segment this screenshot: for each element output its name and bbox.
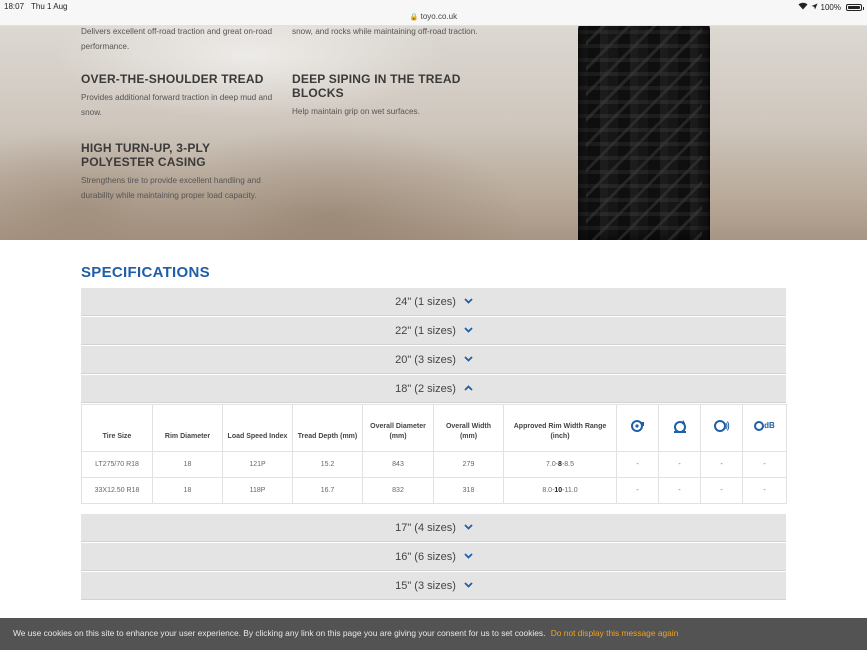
size-toggle-17[interactable]: 17" (4 sizes) — [81, 514, 786, 542]
col-overall-width: Overall Width (mm) — [433, 404, 504, 452]
feature-1-desc: Delivers excellent off-road traction and… — [81, 27, 272, 51]
rim-max: -11.0 — [562, 487, 578, 494]
chevron-down-icon — [464, 581, 473, 590]
size-label: 24" (1 sizes) — [395, 295, 456, 308]
battery-percent: 100% — [820, 2, 841, 12]
address-bar[interactable]: 🔒 toyo.co.uk — [0, 12, 867, 21]
status-indicators: 100% — [798, 2, 864, 12]
col-rim-diameter: Rim Diameter — [152, 404, 223, 452]
table-row: 33X12.50 R18 18 118P 16.7 832 318 8.0-10… — [81, 477, 787, 504]
cell-noise: - — [700, 451, 743, 478]
col-noise-db: dB — [742, 404, 787, 452]
feature-2-desc: snow, and rocks while maintaining off-ro… — [292, 27, 478, 36]
size-label: 15" (3 sizes) — [395, 579, 456, 592]
size-label: 16" (6 sizes) — [395, 550, 456, 563]
chevron-down-icon — [464, 552, 473, 561]
cookie-dismiss-link[interactable]: Do not display this message again — [551, 628, 679, 638]
cell-tire-size: 33X12.50 R18 — [81, 477, 153, 504]
size-label: 17" (4 sizes) — [395, 521, 456, 534]
cell-tire-size: LT275/70 R18 — [81, 451, 153, 478]
size-toggle-16[interactable]: 16" (6 sizes) — [81, 543, 786, 571]
cell-noise-db: - — [742, 451, 787, 478]
cell-noise: - — [700, 477, 743, 504]
feature-shoulder-tread: OVER-THE-SHOULDER TREAD Provides additio… — [81, 72, 276, 120]
rim-max: -8.5 — [561, 461, 575, 468]
wifi-icon — [798, 2, 808, 12]
feature-shoulder-tread-title: OVER-THE-SHOULDER TREAD — [81, 72, 264, 86]
cell-rim-width-range: 7.0-8-8.5 — [503, 451, 617, 478]
col-fuel-efficiency — [616, 404, 659, 452]
cell-overall-width: 279 — [433, 451, 504, 478]
size-label: 20" (3 sizes) — [395, 353, 456, 366]
cell-load-speed: 121P — [222, 451, 293, 478]
col-wet-grip — [658, 404, 701, 452]
cell-wet-grip: - — [658, 451, 701, 478]
table-header-row: Tire Size Rim Diameter Load Speed Index … — [81, 404, 787, 452]
cookie-banner: We use cookies on this site to enhance y… — [0, 618, 867, 650]
size-toggle-18[interactable]: 18" (2 sizes) — [81, 375, 786, 403]
feature-casing: HIGH TURN-UP, 3-PLY POLYESTER CASING Str… — [81, 141, 273, 203]
cell-rim-diameter: 18 — [152, 451, 223, 478]
location-icon — [811, 3, 818, 12]
size-toggle-22[interactable]: 22" (1 sizes) — [81, 317, 786, 345]
cell-tread-depth: 16.7 — [292, 477, 363, 504]
feature-deep-siping-title: DEEP SIPING IN THE TREAD BLOCKS — [292, 72, 461, 100]
feature-deep-siping-desc: Help maintain grip on wet surfaces. — [292, 107, 420, 116]
col-load-speed-index: Load Speed Index — [222, 404, 293, 452]
lock-icon: 🔒 — [409, 14, 419, 21]
url-text: toyo.co.uk — [420, 12, 458, 21]
cell-rim-diameter: 18 — [152, 477, 223, 504]
cell-load-speed: 118P — [222, 477, 293, 504]
cell-noise-db: - — [742, 477, 787, 504]
chevron-down-icon — [464, 523, 473, 532]
size-label: 18" (2 sizes) — [395, 382, 456, 395]
cell-fuel-efficiency: - — [616, 451, 659, 478]
size-toggle-15[interactable]: 15" (3 sizes) — [81, 572, 786, 600]
size-18-spec-table: Tire Size Rim Diameter Load Speed Index … — [81, 404, 787, 504]
size-label: 22" (1 sizes) — [395, 324, 456, 337]
col-noise — [700, 404, 743, 452]
chevron-up-icon — [464, 384, 473, 393]
cell-fuel-efficiency: - — [616, 477, 659, 504]
col-rim-width-range: Approved Rim Width Range (inch) — [503, 404, 617, 452]
feature-shoulder-tread-desc: Provides additional forward traction in … — [81, 93, 273, 117]
cell-tread-depth: 15.2 — [292, 451, 363, 478]
feature-1: Delivers excellent off-road traction and… — [81, 26, 276, 54]
cell-overall-diameter: 832 — [362, 477, 434, 504]
cookie-text: We use cookies on this site to enhance y… — [13, 628, 546, 638]
cell-rim-width-range: 8.0-10-11.0 — [503, 477, 617, 504]
tire-image — [578, 26, 710, 240]
wet-grip-icon — [673, 419, 687, 437]
feature-deep-siping: DEEP SIPING IN THE TREAD BLOCKS Help mai… — [292, 72, 472, 119]
feature-casing-title: HIGH TURN-UP, 3-PLY POLYESTER CASING — [81, 141, 210, 169]
noise-icon — [713, 420, 730, 436]
feature-casing-desc: Strengthens tire to provide excellent ha… — [81, 176, 261, 200]
cell-wet-grip: - — [658, 477, 701, 504]
chevron-down-icon — [464, 326, 473, 335]
noise-db-icon: dB — [754, 420, 775, 432]
specifications-title: SPECIFICATIONS — [81, 264, 210, 281]
chevron-down-icon — [464, 297, 473, 306]
fuel-efficiency-icon — [630, 420, 645, 436]
cell-overall-diameter: 843 — [362, 451, 434, 478]
rim-min: 7.0- — [545, 461, 559, 468]
size-toggle-24[interactable]: 24" (1 sizes) — [81, 288, 786, 316]
col-overall-diameter: Overall Diameter (mm) — [362, 404, 434, 452]
status-time: 18:07 — [4, 2, 25, 11]
status-bar: 18:07 Thu 1 Aug 🔒 toyo.co.uk 100% — [0, 0, 867, 26]
col-tread-depth: Tread Depth (mm) — [292, 404, 363, 452]
rim-min: 8.0- — [542, 487, 555, 494]
size-toggle-20[interactable]: 20" (3 sizes) — [81, 346, 786, 374]
status-date: Thu 1 Aug — [31, 2, 68, 11]
feature-2: snow, and rocks while maintaining off-ro… — [292, 26, 482, 39]
cell-overall-width: 318 — [433, 477, 504, 504]
noise-db-text: dB — [764, 421, 775, 430]
chevron-down-icon — [464, 355, 473, 364]
table-row: LT275/70 R18 18 121P 15.2 843 279 7.0-8-… — [81, 451, 787, 478]
features-hero: Delivers excellent off-road traction and… — [0, 26, 867, 240]
battery-icon — [846, 3, 864, 11]
col-tire-size: Tire Size — [81, 404, 153, 452]
battery-level — [848, 5, 860, 9]
